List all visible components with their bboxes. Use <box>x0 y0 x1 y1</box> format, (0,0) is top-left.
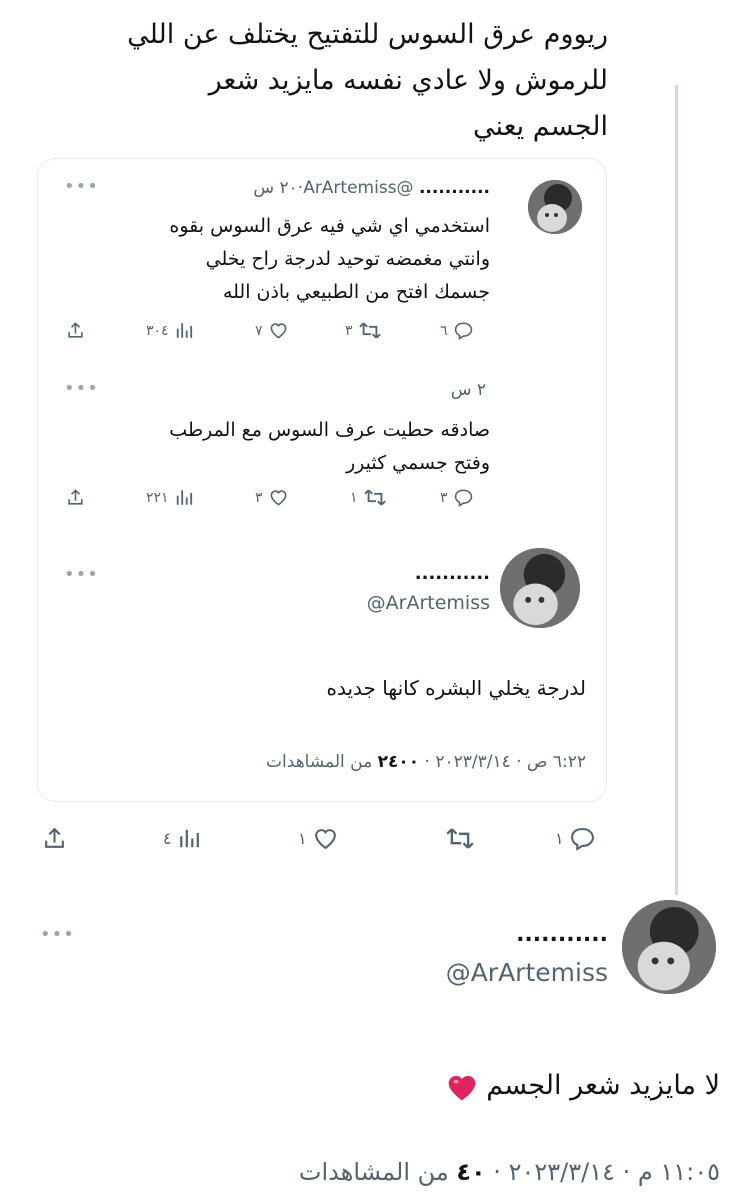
heart-icon <box>270 323 286 339</box>
display-name[interactable]: ........... <box>516 922 608 947</box>
tweet-text: صادقه حطيت عرف السوس مع المرطب وفتح جسمي… <box>50 414 490 480</box>
reply-button[interactable]: ٣ <box>440 488 473 507</box>
display-name[interactable]: ........... <box>419 178 490 198</box>
like-count: ٣ <box>255 489 263 506</box>
reply-count: ٣ <box>440 489 448 506</box>
views-button[interactable]: ٢٢١ <box>146 488 193 507</box>
tweet-header: ........... @ArArtemiss·٢٠ س <box>253 178 490 198</box>
like-button[interactable]: ١ <box>298 826 338 851</box>
reply-button[interactable]: ٦ <box>440 321 473 340</box>
like-count: ٧ <box>255 322 263 339</box>
share-button[interactable] <box>66 321 85 340</box>
reply-count: ٦ <box>440 322 448 339</box>
tweet-text: لدرجة يخلي البشره كانها جديده <box>326 676 586 700</box>
display-name[interactable]: ........... <box>415 563 490 584</box>
main-tweet-text: ريووم عرق السوس للتفتيح يختلف عن اللي لل… <box>48 12 608 150</box>
timestamp[interactable]: ٢ س <box>451 380 486 400</box>
more-icon[interactable]: ••• <box>64 380 99 398</box>
views-label: من المشاهدات <box>266 752 378 772</box>
tweet-text: استخدمي اي شي فيه عرق السوس بقوه وانتي م… <box>50 210 490 309</box>
views-count: ٢٤٠٠ <box>377 752 420 772</box>
analytics-icon <box>176 323 192 338</box>
reply-text-content: لا مايزيد شعر الجسم <box>486 1070 720 1101</box>
main-tweet-line: ريووم عرق السوس للتفتيح يختلف عن اللي <box>127 19 608 50</box>
tweet-meta: ٦:٢٢ ص · ٢٠٢٣/٣/١٤ · ٢٤٠٠ من المشاهدات <box>266 752 586 772</box>
handle[interactable]: @ArArtemiss <box>367 592 490 614</box>
retweet-icon <box>358 322 381 339</box>
retweet-icon <box>446 828 474 849</box>
reply-count: ١ <box>555 829 564 848</box>
share-icon <box>68 489 83 505</box>
views-count: ٤ <box>163 829 172 848</box>
more-icon[interactable]: ••• <box>64 566 99 584</box>
analytics-icon <box>179 829 199 848</box>
like-button[interactable]: ٧ <box>255 321 288 340</box>
reply-button[interactable]: ١ <box>555 826 595 851</box>
share-icon <box>45 827 64 848</box>
red-heart-icon <box>448 1075 476 1100</box>
retweet-icon <box>363 489 386 506</box>
share-button[interactable] <box>66 488 85 507</box>
tweet-line: جسمك افتح من الطبيعي باذن الله <box>222 281 490 303</box>
share-button[interactable] <box>42 826 67 851</box>
reply-icon <box>570 828 594 851</box>
retweet-count: ١ <box>350 489 358 506</box>
like-count: ١ <box>298 829 307 848</box>
timestamp[interactable]: ١١:٠٥ م · ٢٠٢٣/٣/١٤ · <box>486 1158 720 1186</box>
retweet-button[interactable] <box>440 826 474 851</box>
timestamp[interactable]: ٦:٢٢ ص · ٢٠٢٣/٣/١٤ · <box>419 752 587 772</box>
share-icon <box>68 322 83 338</box>
views-count: ٣٠٤ <box>146 322 169 339</box>
tweet-line: صادقه حطيت عرف السوس مع المرطب <box>169 419 490 441</box>
retweet-count: ٣ <box>345 322 353 339</box>
retweet-button[interactable]: ٣ <box>345 321 381 340</box>
views-count: ٢٢١ <box>146 489 169 506</box>
like-button[interactable]: ٣ <box>255 488 288 507</box>
avatar[interactable] <box>528 180 582 234</box>
reply-text: لا مايزيد شعر الجسم <box>446 1070 720 1102</box>
thread-line <box>675 85 678 895</box>
reply-icon <box>454 489 472 507</box>
heart-icon <box>314 829 336 850</box>
views-count: ٤٠ <box>456 1158 486 1186</box>
analytics-icon <box>176 490 192 505</box>
tweet-line: وفتح جسمي كثيرر <box>345 452 490 474</box>
avatar[interactable] <box>622 900 716 994</box>
tweet-line: وانتي مغمضه توحيد لدرجة راح يخلي <box>205 248 490 270</box>
timestamp[interactable]: ٢٠ س <box>253 178 297 198</box>
handle[interactable]: @ArArtemiss <box>303 178 413 198</box>
main-tweet-line: الجسم يعني <box>473 111 608 142</box>
heart-icon <box>270 490 286 506</box>
avatar[interactable] <box>500 548 580 628</box>
main-tweet-line: للرموش ولا عادي نفسه مايزيد شعر <box>208 65 608 96</box>
reply-meta: ١١:٠٥ م · ٢٠٢٣/٣/١٤ · ٤٠ من المشاهدات <box>299 1158 720 1186</box>
views-button[interactable]: ٤ <box>163 826 200 851</box>
reply-icon <box>454 322 472 340</box>
tweet-line: استخدمي اي شي فيه عرق السوس بقوه <box>169 215 490 237</box>
more-icon[interactable]: ••• <box>40 926 75 944</box>
handle[interactable]: @ArArtemiss <box>446 958 608 987</box>
retweet-button[interactable]: ١ <box>350 488 386 507</box>
views-button[interactable]: ٣٠٤ <box>146 321 193 340</box>
views-label: من المشاهدات <box>298 1158 457 1186</box>
more-icon[interactable]: ••• <box>64 178 99 196</box>
